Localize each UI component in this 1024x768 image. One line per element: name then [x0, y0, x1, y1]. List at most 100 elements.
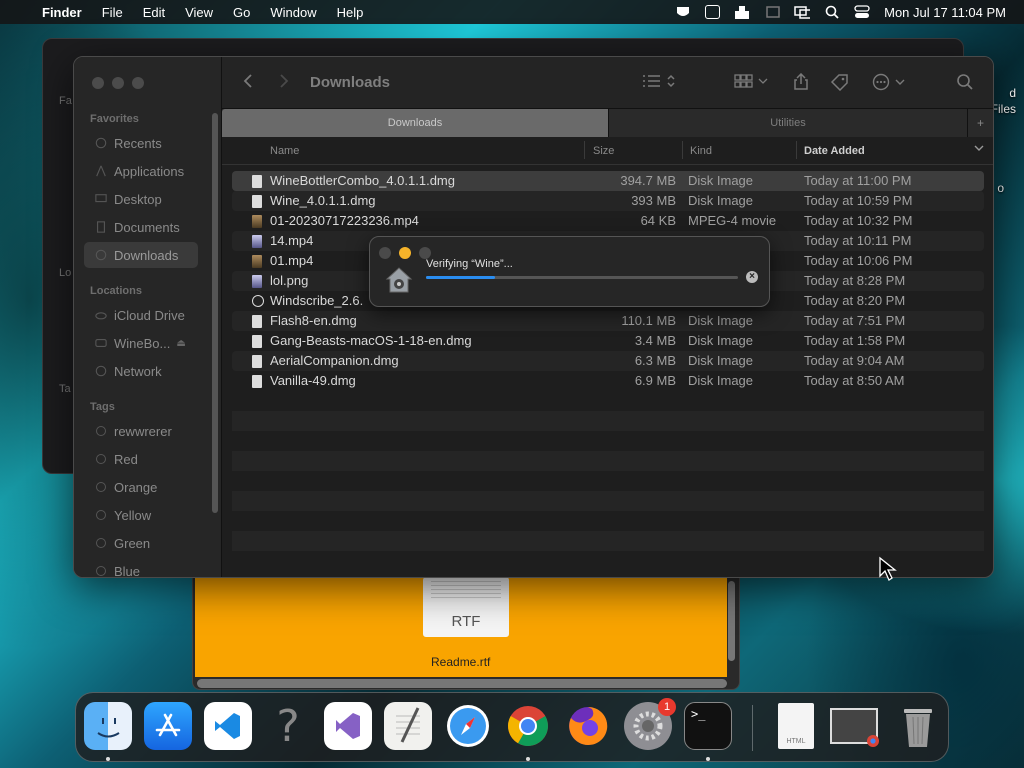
dock-chrome[interactable]: [504, 702, 552, 750]
sidebar-tag-blue[interactable]: Blue: [84, 558, 198, 577]
sidebar-item-desktop[interactable]: Desktop: [84, 186, 198, 212]
close-button[interactable]: [92, 77, 104, 89]
dock-help[interactable]: ?: [264, 701, 312, 752]
share-button[interactable]: [792, 72, 810, 96]
minimize-button[interactable]: [112, 77, 124, 89]
dock-firefox[interactable]: [564, 702, 612, 750]
sidebar-item-label: Documents: [114, 219, 180, 235]
sidebar-item-network[interactable]: Network: [84, 358, 198, 384]
desktop-item-label[interactable]: d: [1009, 86, 1016, 100]
table-row[interactable]: Flash8-en.dmg 110.1 MB Disk Image Today at …: [232, 311, 984, 331]
sidebar-tag-red[interactable]: Red: [84, 446, 198, 472]
document-icon: [97, 221, 105, 233]
sidebar-item-label: Green: [114, 535, 151, 551]
table-row[interactable]: AerialCompanion.dmg 6.3 MB Disk Image Today…: [232, 351, 984, 371]
group-by-button[interactable]: [734, 73, 770, 94]
sidebar-item-icloud-drive[interactable]: iCloud Drive: [84, 302, 198, 328]
locations-header: Locations: [90, 285, 142, 297]
file-name: 14.mp4: [270, 233, 314, 248]
table-row[interactable]: Vanilla-49.dmg 6.9 MB Disk Image Today at 8…: [232, 371, 984, 391]
column-size[interactable]: Size: [593, 145, 614, 157]
horizontal-scrollbar[interactable]: [197, 679, 727, 688]
sidebar-scrollbar[interactable]: [212, 113, 218, 513]
stage-manager-icon[interactable]: [764, 5, 780, 19]
file-date-added: Today at 10:32 PM: [804, 213, 913, 228]
mouse-cursor-icon: [879, 556, 897, 581]
vpn-status-icon[interactable]: [675, 5, 691, 19]
forward-button[interactable]: [278, 73, 290, 94]
dock-textedit[interactable]: [384, 702, 432, 750]
menu-edit[interactable]: Edit: [143, 5, 165, 20]
rtf-file-icon[interactable]: RTF: [423, 577, 509, 637]
dock-screenshot-stack[interactable]: [830, 702, 879, 750]
rtf-file-name[interactable]: Readme.rtf: [431, 655, 490, 669]
menu-clock[interactable]: Mon Jul 17 11:04 PM: [884, 5, 1006, 20]
finder-toolbar: Downloads: [222, 57, 993, 109]
file-size: 6.3 MB: [634, 353, 676, 368]
sidebar-item-recents[interactable]: Recents: [84, 130, 198, 156]
sidebar-tag-green[interactable]: Green: [84, 530, 198, 556]
column-header-row: Name Size Kind Date Added: [222, 137, 993, 165]
dock-app-store[interactable]: [144, 702, 192, 750]
eject-icon[interactable]: ⏏: [176, 338, 185, 349]
chevron-left-icon: [243, 74, 252, 88]
display-mirror-icon[interactable]: [794, 5, 811, 19]
column-date-added[interactable]: Date Added: [804, 145, 865, 157]
sidebar-item-downloads[interactable]: Downloads: [84, 242, 198, 268]
dock-trash[interactable]: [894, 702, 942, 750]
file-list-empty-area[interactable]: [232, 391, 984, 571]
dock-system-settings[interactable]: 1: [624, 698, 676, 750]
menu-file[interactable]: File: [102, 5, 123, 20]
menu-view[interactable]: View: [185, 5, 213, 20]
app-status-icon[interactable]: [705, 5, 721, 19]
column-kind[interactable]: Kind: [690, 145, 712, 157]
dock-vscode[interactable]: [204, 702, 252, 750]
control-center-icon[interactable]: [854, 5, 870, 19]
menu-help[interactable]: Help: [337, 5, 364, 20]
action-menu-button[interactable]: [872, 73, 908, 96]
sidebar-tag-yellow[interactable]: Yellow: [84, 502, 198, 528]
verifying-dialog[interactable]: Verifying “Wine”... ×: [369, 236, 770, 307]
menu-window[interactable]: Window: [270, 5, 316, 20]
new-tab-button[interactable]: +: [967, 109, 993, 137]
sort-chevron-down-icon[interactable]: [974, 143, 984, 156]
sidebar-item-winebottler-volume[interactable]: WineBo... ⏏: [84, 330, 198, 356]
dock-finder[interactable]: [84, 702, 132, 750]
table-row[interactable]: Gang-Beasts-macOS-1-18-en.dmg 3.4 MB Disk …: [232, 331, 984, 351]
dock-visual-studio[interactable]: [324, 702, 372, 750]
dialog-close-button[interactable]: [379, 247, 391, 259]
sidebar-label: Ta: [59, 383, 71, 395]
back-button[interactable]: [242, 73, 254, 94]
table-row[interactable]: 01-20230717223236.mp4 64 KB MPEG-4 movie To…: [232, 211, 984, 231]
menu-app-name[interactable]: Finder: [42, 5, 82, 20]
sidebar-tag-orange[interactable]: Orange: [84, 474, 198, 500]
dock-html-file[interactable]: HTML: [772, 702, 820, 750]
cancel-verify-button[interactable]: ×: [746, 271, 758, 283]
search-button[interactable]: [956, 73, 974, 96]
dock-safari[interactable]: [444, 702, 492, 750]
sidebar-item-label: iCloud Drive: [114, 307, 185, 323]
menu-go[interactable]: Go: [233, 5, 250, 20]
vertical-scrollbar[interactable]: [728, 581, 735, 661]
sidebar-tag-rewwrerer[interactable]: rewwrerer: [84, 418, 198, 444]
tab-utilities[interactable]: Utilities: [608, 109, 967, 137]
dialog-minimize-button[interactable]: [399, 247, 411, 259]
control-status-icon[interactable]: [734, 5, 750, 19]
sidebar-item-documents[interactable]: Documents: [84, 214, 198, 240]
finder-window[interactable]: Favorites Recents Applications Desktop D…: [73, 56, 994, 578]
desktop-item-label[interactable]: o: [997, 181, 1004, 195]
tab-downloads[interactable]: Downloads: [222, 109, 608, 137]
html-file-label: HTML: [786, 738, 806, 745]
file-date-added: Today at 10:06 PM: [804, 253, 913, 268]
desktop-item-label[interactable]: Files: [991, 102, 1016, 116]
spotlight-search-icon[interactable]: [824, 5, 840, 19]
sidebar-item-applications[interactable]: Applications: [84, 158, 198, 184]
file-date-added: Today at 8:50 AM: [804, 373, 905, 388]
column-name[interactable]: Name: [270, 145, 299, 157]
table-row[interactable]: Wine_4.0.1.1.dmg 393 MB Disk Image Today at…: [232, 191, 984, 211]
dock-terminal[interactable]: >_: [684, 702, 732, 750]
table-row[interactable]: WineBottlerCombo_4.0.1.1.dmg 394.7 MB Disk…: [232, 171, 984, 191]
tags-button[interactable]: [830, 73, 850, 96]
list-view-button[interactable]: [642, 73, 678, 94]
zoom-button[interactable]: [132, 77, 144, 89]
